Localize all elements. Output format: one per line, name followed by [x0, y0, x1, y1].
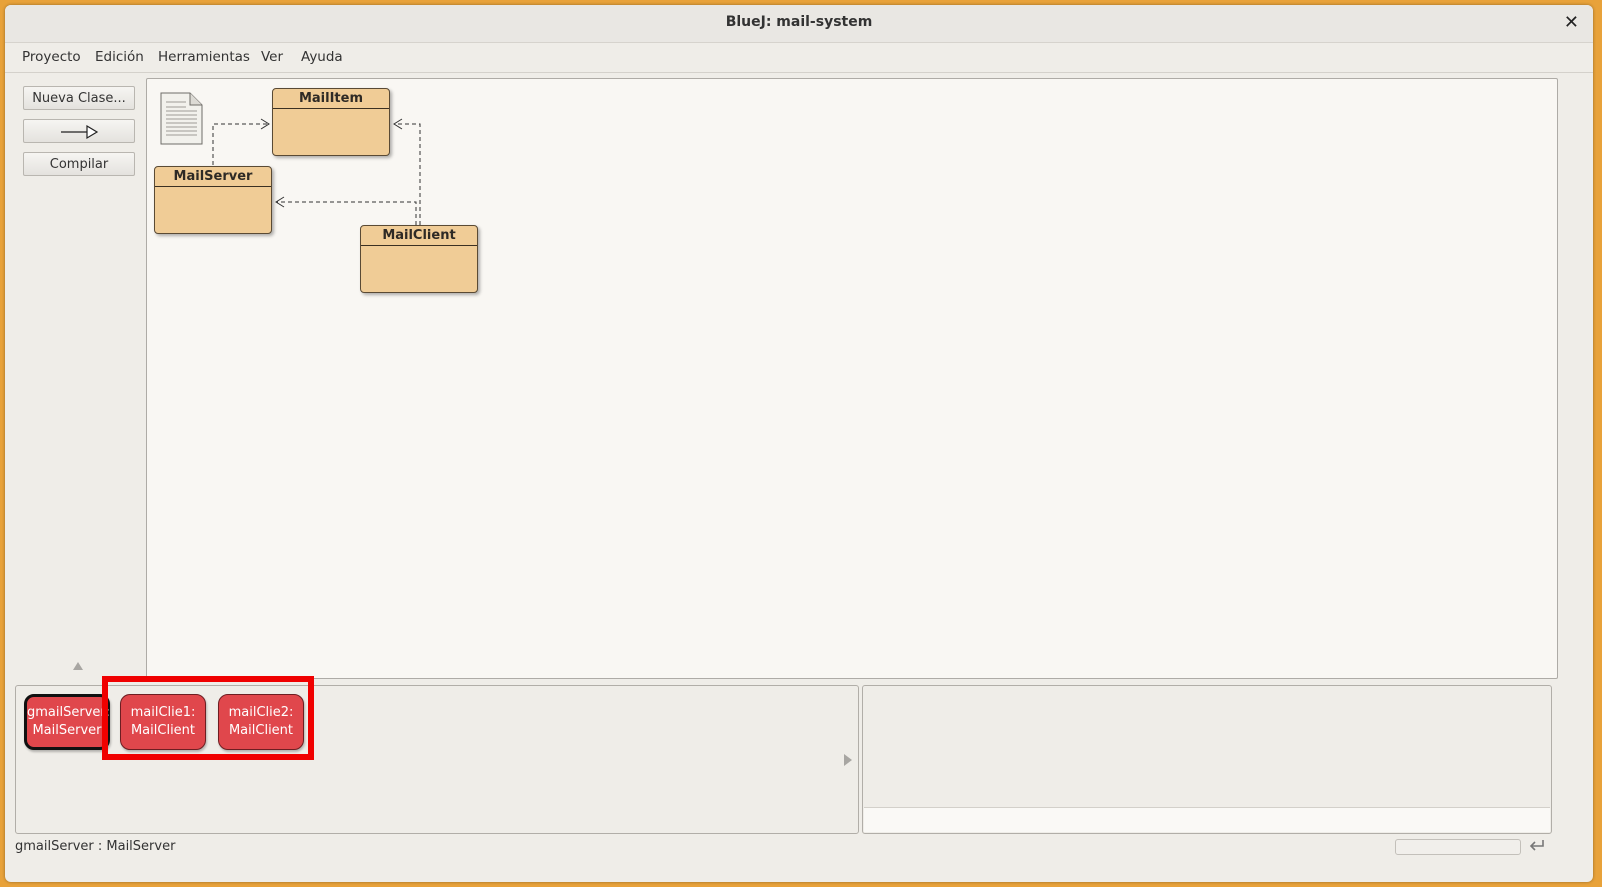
object-name: mailClie1:: [130, 705, 196, 720]
codepad-panel: [862, 685, 1552, 834]
inheritance-arrow-button[interactable]: [23, 119, 135, 143]
object-type: MailClient: [130, 723, 196, 738]
status-text: gmailServer : MailServer: [15, 839, 176, 854]
inheritance-arrow-icon: [61, 124, 99, 140]
class-mailitem[interactable]: MailItem: [272, 88, 390, 156]
progress-indicator: [1395, 839, 1521, 855]
return-icon[interactable]: [1528, 837, 1546, 853]
compile-button[interactable]: Compilar: [23, 152, 135, 176]
menu-ayuda[interactable]: Ayuda: [301, 49, 343, 65]
title-bar: BlueJ: mail-system ✕: [5, 5, 1593, 43]
object-bench: gmailServer: MailServer mailClie1: MailC…: [15, 685, 859, 834]
class-name: MailServer: [155, 167, 271, 187]
object-mailclie2[interactable]: mailClie2: MailClient: [218, 694, 304, 750]
class-mailserver[interactable]: MailServer: [154, 166, 272, 234]
menu-herramientas[interactable]: Herramientas: [158, 49, 250, 65]
menu-ver[interactable]: Ver: [261, 49, 283, 65]
object-gmailserver[interactable]: gmailServer: MailServer: [24, 694, 110, 750]
class-mailclient[interactable]: MailClient: [360, 225, 478, 293]
codepad-input[interactable]: [864, 807, 1550, 832]
object-name: gmailServer:: [27, 705, 110, 720]
window-title: BlueJ: mail-system: [725, 14, 873, 30]
class-name: MailClient: [361, 226, 477, 246]
menu-bar: Proyecto Edición Herramientas Ver Ayuda: [5, 43, 1593, 73]
object-type: MailServer: [32, 723, 102, 738]
dependency-arrows: [212, 118, 421, 225]
object-type: MailClient: [228, 723, 294, 738]
close-icon[interactable]: ✕: [1564, 12, 1579, 33]
readme-document-icon[interactable]: [160, 92, 204, 146]
expand-right-icon[interactable]: [843, 753, 853, 767]
class-name: MailItem: [273, 89, 389, 109]
object-name: mailClie2:: [228, 705, 294, 720]
class-diagram-canvas[interactable]: MailItem MailServer MailClient: [146, 78, 1558, 679]
app-window: BlueJ: mail-system ✕ Proyecto Edición He…: [5, 5, 1593, 882]
collapse-up-icon[interactable]: [72, 661, 84, 671]
object-mailclie1[interactable]: mailClie1: MailClient: [120, 694, 206, 750]
menu-proyecto[interactable]: Proyecto: [22, 49, 81, 65]
menu-edicion[interactable]: Edición: [95, 49, 144, 65]
new-class-button[interactable]: Nueva Clase...: [23, 86, 135, 110]
